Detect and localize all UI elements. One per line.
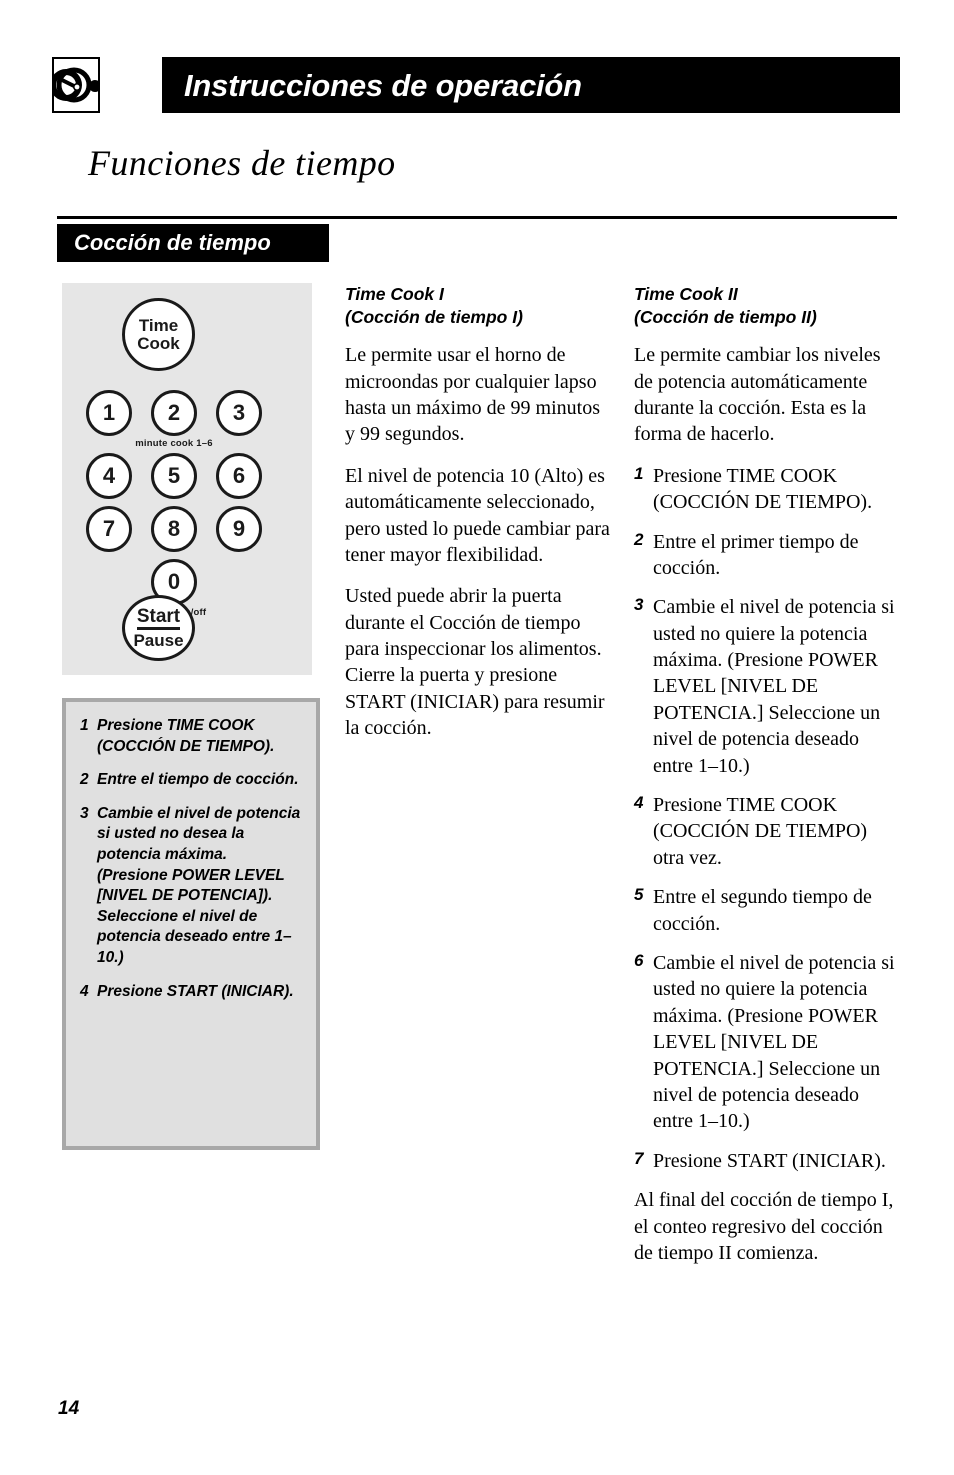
step-text: Cambie el nivel de potencia si usted no … xyxy=(653,952,895,1133)
step-text: Entre el tiempo de cocción. xyxy=(97,771,299,789)
subheading-line2: (Cocción de tiempo II) xyxy=(634,307,817,328)
step-number: 3 xyxy=(80,804,89,822)
minute-cook-label: minute cook 1–6 xyxy=(135,438,213,449)
time-cook-key: Time Cook xyxy=(122,298,195,371)
paragraph-closing: Al final del cocción de tiempo I, el con… xyxy=(634,1189,894,1264)
step-text: Presione TIME COOK (COCCIÓN DE TIEMPO) o… xyxy=(653,794,868,869)
step-number: 5 xyxy=(634,885,644,905)
subheading-line2: (Cocción de tiempo I) xyxy=(345,307,523,328)
step-text: Cambie el nivel de potencia si usted no … xyxy=(653,596,895,777)
list-item: 5 Entre el segundo tiempo de cocción. xyxy=(634,884,902,937)
page-number: 14 xyxy=(58,1398,80,1419)
section-banner-label: Cocción de tiempo xyxy=(74,230,271,255)
list-item: 1 Presione TIME COOK (COCCIÓN DE TIEMPO)… xyxy=(80,716,302,757)
quick-steps-box: 1 Presione TIME COOK (COCCIÓN DE TIEMPO)… xyxy=(62,698,320,1150)
subheading-time-cook-2: Time Cook II (Cocción de tiempo II) xyxy=(634,283,902,329)
column-time-cook-2: Time Cook II (Cocción de tiempo II) Le p… xyxy=(634,283,902,1281)
list-item: 1 Presione TIME COOK (COCCIÓN DE TIEMPO)… xyxy=(634,463,902,516)
start-pause-key: Start Pause xyxy=(122,595,195,661)
start-key-label: Start xyxy=(136,606,181,631)
step-number: 2 xyxy=(634,529,644,549)
list-item: 4 Presione START (INICIAR). xyxy=(80,982,302,1003)
subheading-line1: Time Cook II xyxy=(634,284,738,304)
number-key-8: 8 xyxy=(151,506,197,552)
list-item: 2 Entre el tiempo de cocción. xyxy=(80,770,302,791)
dial-knob-icon xyxy=(52,57,100,113)
list-item: 6 Cambie el nivel de potencia si usted n… xyxy=(634,950,902,1135)
step-text: Entre el primer tiempo de cocción. xyxy=(653,530,859,579)
step-number: 3 xyxy=(634,595,644,615)
list-item: 4 Presione TIME COOK (COCCIÓN DE TIEMPO)… xyxy=(634,792,902,871)
number-key-5: 5 xyxy=(151,453,197,499)
number-key-1: 1 xyxy=(86,390,132,436)
step-text: Entre el segundo tiempo de cocción. xyxy=(653,886,872,935)
header-banner: Instrucciones de operación xyxy=(162,57,900,113)
paragraph: El nivel de potencia 10 (Alto) es automá… xyxy=(345,464,610,566)
step-text: Presione TIME COOK (COCCIÓN DE TIEMPO). xyxy=(97,717,275,755)
header-title: Instrucciones de operación xyxy=(184,67,582,103)
time-cook-key-line1: Time xyxy=(138,316,179,336)
page-header: Instrucciones de operación xyxy=(52,57,900,113)
number-key-4: 4 xyxy=(86,453,132,499)
number-key-7: 7 xyxy=(86,506,132,552)
number-key-6: 6 xyxy=(216,453,262,499)
subheading-line1: Time Cook I xyxy=(345,284,444,304)
paragraph-intro: Le permite cambiar los niveles de potenc… xyxy=(634,344,881,446)
list-item: 7 Presione START (INICIAR). xyxy=(634,1148,902,1174)
section-banner: Cocción de tiempo xyxy=(57,224,329,262)
time-cook-key-line2: Cook xyxy=(137,333,180,353)
section-divider-rule xyxy=(57,216,897,219)
number-key-3: 3 xyxy=(216,390,262,436)
step-text: Presione START (INICIAR). xyxy=(97,982,294,1000)
step-number: 4 xyxy=(80,982,89,1000)
step-number: 2 xyxy=(80,771,89,789)
column-time-cook-1: Time Cook I (Cocción de tiempo I) Le per… xyxy=(345,283,610,757)
number-key-2: 2 xyxy=(151,390,197,436)
subheading-time-cook-1: Time Cook I (Cocción de tiempo I) xyxy=(345,283,610,329)
list-item: 3 Cambie el nivel de potencia si usted n… xyxy=(634,594,902,779)
list-item: 2 Entre el primer tiempo de cocción. xyxy=(634,529,902,582)
list-item: 3 Cambie el nivel de potencia si usted n… xyxy=(80,804,302,969)
step-text: Cambie el nivel de potencia si usted no … xyxy=(97,804,301,967)
chapter-title: Funciones de tiempo xyxy=(88,143,396,183)
step-text: Presione TIME COOK (COCCIÓN DE TIEMPO). xyxy=(653,464,873,514)
paragraph: Usted puede abrir la puerta durante el C… xyxy=(345,585,605,740)
paragraph: Le permite usar el horno de microondas p… xyxy=(345,344,600,446)
step-text: Presione START (INICIAR). xyxy=(653,1149,886,1172)
step-number: 7 xyxy=(634,1148,644,1168)
step-number: 1 xyxy=(634,463,644,483)
step-number: 4 xyxy=(634,793,644,813)
number-key-9: 9 xyxy=(216,506,262,552)
keypad-diagram: Time Cook 1 2 3 minute cook 1–6 4 5 6 7 … xyxy=(62,283,312,675)
step-number: 6 xyxy=(634,951,644,970)
pause-key-label: Pause xyxy=(133,631,184,651)
step-number: 1 xyxy=(80,717,89,734)
